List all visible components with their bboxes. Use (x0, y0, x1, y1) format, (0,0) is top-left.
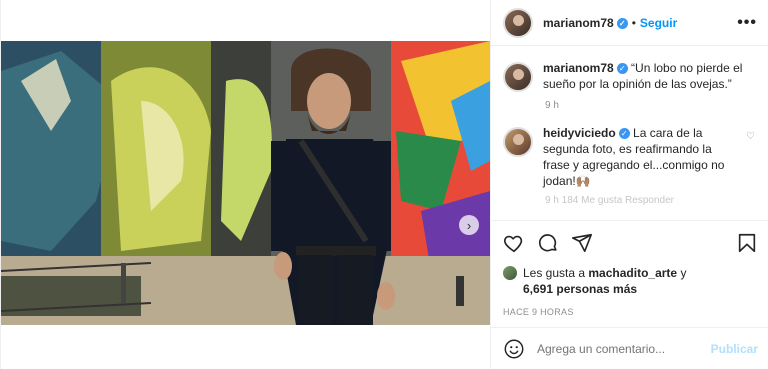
verified-badge-icon: ✓ (616, 63, 628, 74)
likes-text: Les gusta a machadito_arte y 6,691 perso… (523, 266, 687, 296)
post-image[interactable]: › (1, 41, 490, 325)
comment-line-2: segunda foto, es reafirmando la (543, 142, 712, 156)
verified-badge-icon: ✓ (616, 17, 628, 29)
more-options-icon[interactable]: ••• (737, 14, 757, 32)
post-actions: Les gusta a machadito_arte y 6,691 perso… (491, 220, 768, 317)
comment-text: heidyviciedo ✓ La cara de la segunda foto… (543, 125, 724, 189)
verified-badge-icon: ✓ (618, 128, 630, 139)
action-icons (503, 229, 758, 257)
photo-illustration (1, 41, 490, 325)
publish-button[interactable]: Publicar (711, 342, 758, 356)
comment-meta: 9 h 184 Me gusta Responder (545, 195, 674, 206)
caption-author[interactable]: marianom78 (543, 61, 614, 75)
bookmark-icon[interactable] (736, 232, 758, 254)
caption-time: 9 h (545, 100, 559, 111)
comment-input[interactable] (537, 341, 711, 356)
follow-button[interactable]: Seguir (640, 16, 677, 30)
post-header: marianom78 ✓ • Seguir ••• (491, 0, 768, 46)
comment-line-1: La cara de la (633, 126, 703, 140)
caption-author-avatar[interactable] (503, 62, 533, 92)
instagram-post-frame: › marianom78✓ • Seguir ••• marianom78✓ (0, 0, 768, 369)
heart-icon[interactable] (503, 232, 525, 254)
comment-icon[interactable] (537, 232, 559, 254)
caption-text: marianom78 ✓ “Un lobo no pierde el sueño … (543, 60, 742, 92)
comment-line-3: frase y agregando el...conmigo no (543, 158, 725, 172)
liker-avatar (503, 266, 517, 280)
liker-username[interactable]: machadito_arte (588, 266, 677, 280)
likes-summary: Les gusta a machadito_arte y 6,691 perso… (503, 265, 758, 297)
like-comment-heart-icon[interactable]: ♡ (746, 131, 755, 142)
separator-dot: • (631, 15, 636, 30)
post-card: › marianom78✓ • Seguir ••• marianom78✓ (0, 0, 768, 369)
comments-list[interactable]: marianom78 ✓ “Un lobo no pierde el sueño … (503, 60, 755, 217)
comment-line-4: jodan!🙌🏽 (543, 174, 591, 188)
author-avatar[interactable] (503, 7, 533, 38)
post-timestamp: HACE 9 HORAS (503, 307, 574, 317)
commenter-avatar[interactable] (503, 127, 533, 157)
carousel-next-button[interactable]: › (459, 215, 479, 235)
add-comment-bar: Publicar (491, 327, 768, 369)
comment-item: heidyviciedo ✓ La cara de la segunda foto… (503, 125, 755, 189)
emoji-icon[interactable] (503, 338, 525, 360)
caption-line-2: sueño por la opinión de las ovejas.” (543, 77, 732, 91)
chevron-right-icon: › (466, 217, 472, 233)
comment-author[interactable]: heidyviciedo (543, 126, 616, 140)
post-sidebar: marianom78 ✓ • Seguir ••• marianom78 ✓ “Un… (490, 0, 768, 369)
caption: marianom78 ✓ “Un lobo no pierde el sueño … (503, 60, 755, 92)
share-icon[interactable] (571, 232, 593, 254)
caption-line-1: “Un lobo no pierde el (631, 61, 743, 75)
author-username[interactable]: marianom78 ✓ (543, 16, 628, 30)
likes-count[interactable]: 6,691 personas más (523, 282, 637, 296)
